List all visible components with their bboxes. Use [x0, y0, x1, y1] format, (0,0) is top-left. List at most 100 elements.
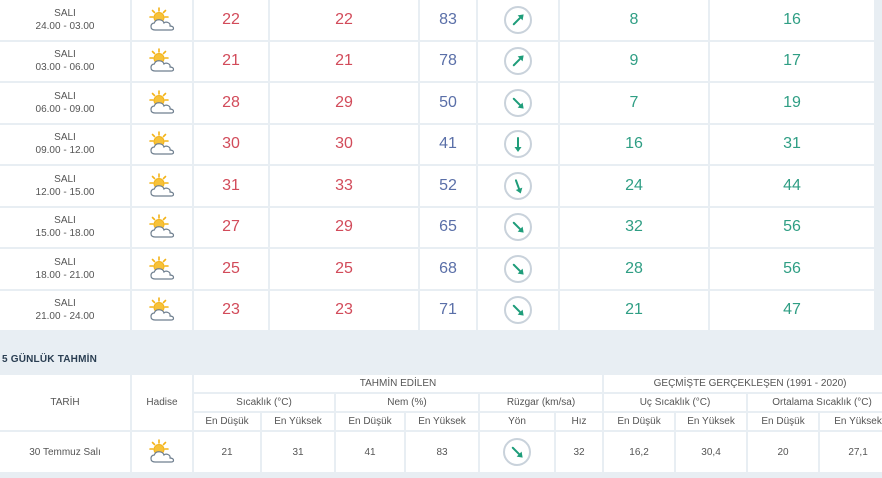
humidity-value: 68 [420, 249, 476, 289]
wind-direction-cell [478, 83, 558, 123]
temperature-value: 28 [194, 83, 268, 123]
feels-like-value: 29 [270, 207, 418, 247]
average-max-header: En Yüksek [820, 413, 882, 430]
period-time: 03.00 - 06.00 [35, 62, 95, 74]
wind-speed-value: 28 [560, 249, 708, 289]
event-column-header: Hadise [132, 375, 192, 430]
period-time: 24.00 - 03.00 [35, 20, 95, 32]
feels-like-value: 30 [270, 124, 418, 164]
feels-like-value: 23 [270, 290, 418, 330]
period-time: 12.00 - 15.00 [35, 186, 95, 198]
wind-direction-cell [478, 249, 558, 289]
period-time: 18.00 - 21.00 [35, 269, 95, 281]
hourly-forecast-table: SALI 24.00 - 03.00 22 22 83 8 16 SALI 03.00 - 06… [0, 0, 876, 332]
period-time: 06.00 - 09.00 [35, 103, 95, 115]
forecast-humidity-min: 41 [336, 432, 404, 472]
period-day: SALI [54, 132, 76, 144]
partly-cloudy-icon [146, 131, 178, 157]
humidity-header: Nem (%) [336, 394, 478, 411]
wind-speed-value: 16 [560, 124, 708, 164]
feels-like-value: 29 [270, 83, 418, 123]
temp-min-header: En Düşük [194, 413, 260, 430]
table-row: SALI 24.00 - 03.00 22 22 83 8 16 [0, 0, 874, 40]
wind-direction-arrow-icon [504, 47, 532, 76]
wind-header: Rüzgar (km/sa) [480, 394, 603, 411]
average-min-header: En Düşük [748, 413, 819, 430]
wind-direction-header: Yön [480, 413, 554, 430]
table-row: SALI 12.00 - 15.00 31 33 52 24 44 [0, 166, 874, 206]
table-row: SALI 21.00 - 24.00 23 23 71 21 47 [0, 290, 874, 330]
wind-speed-header: Hız [556, 413, 603, 430]
wind-speed-value: 8 [560, 0, 708, 40]
period-cell: SALI 12.00 - 15.00 [0, 166, 130, 206]
wind-gust-value: 56 [710, 249, 874, 289]
partly-cloudy-icon [146, 297, 178, 323]
wind-speed-value: 21 [560, 290, 708, 330]
wind-gust-value: 19 [710, 83, 874, 123]
temperature-value: 21 [194, 41, 268, 81]
wind-gust-value: 17 [710, 41, 874, 81]
forecast-date: 30 Temmuz Salı [0, 432, 130, 472]
humidity-value: 71 [420, 290, 476, 330]
weather-event-cell [132, 0, 192, 40]
historical-average-max: 27,1 [820, 432, 882, 472]
wind-direction-cell [478, 290, 558, 330]
extreme-min-header: En Düşük [604, 413, 675, 430]
humidity-value: 83 [420, 0, 476, 40]
temperature-header: Sıcaklık (°C) [194, 394, 334, 411]
extreme-max-header: En Yüksek [676, 413, 747, 430]
table-row: SALI 18.00 - 21.00 25 25 68 28 56 [0, 249, 874, 289]
wind-speed-value: 32 [560, 207, 708, 247]
wind-direction-arrow-icon [504, 130, 532, 159]
wind-speed-value: 7 [560, 83, 708, 123]
wind-direction-cell [478, 166, 558, 206]
historical-extreme-max: 30,4 [676, 432, 747, 472]
wind-direction-arrow-icon [504, 254, 532, 283]
forecast-wind-speed: 32 [556, 432, 603, 472]
period-day: SALI [54, 256, 76, 268]
wind-gust-value: 31 [710, 124, 874, 164]
feels-like-value: 33 [270, 166, 418, 206]
table-row: SALI 06.00 - 09.00 28 29 50 7 19 [0, 83, 874, 123]
humidity-value: 52 [420, 166, 476, 206]
feels-like-value: 25 [270, 249, 418, 289]
wind-direction-arrow-icon [504, 213, 532, 242]
weather-event-cell [132, 249, 192, 289]
period-time: 15.00 - 18.00 [35, 228, 95, 240]
feels-like-value: 22 [270, 0, 418, 40]
temperature-value: 31 [194, 166, 268, 206]
weather-event-cell [132, 166, 192, 206]
period-day: SALI [54, 215, 76, 227]
wind-direction-arrow-icon [503, 438, 531, 466]
period-time: 09.00 - 12.00 [35, 145, 95, 157]
wind-direction-arrow-icon [504, 5, 532, 34]
wind-speed-value: 9 [560, 41, 708, 81]
historical-average-min: 20 [748, 432, 819, 472]
historical-extreme-min: 16,2 [604, 432, 675, 472]
humidity-min-header: En Düşük [336, 413, 404, 430]
partly-cloudy-icon [146, 255, 178, 282]
wind-direction-cell [478, 0, 558, 40]
historical-group-header: GEÇMİŞTE GERÇEKLEŞEN (1991 - 2020) [604, 375, 882, 392]
period-day: SALI [54, 7, 76, 19]
table-row: 30 Temmuz Salı 21 31 41 83 32 16,2 30,4 … [0, 432, 882, 472]
period-time: 21.00 - 24.00 [35, 311, 95, 323]
forecast-humidity-max: 83 [406, 432, 478, 472]
wind-direction-cell [478, 207, 558, 247]
partly-cloudy-icon [146, 172, 178, 199]
partly-cloudy-icon [146, 48, 178, 74]
forecast-wind-direction [480, 432, 554, 472]
weather-event-cell [132, 432, 192, 472]
extreme-temperature-header: Uç Sıcaklık (°C) [604, 394, 747, 411]
wind-gust-value: 16 [710, 0, 874, 40]
period-cell: SALI 21.00 - 24.00 [0, 290, 130, 330]
period-day: SALI [54, 173, 76, 185]
humidity-value: 78 [420, 41, 476, 81]
wind-gust-value: 44 [710, 166, 874, 206]
period-cell: SALI 15.00 - 18.00 [0, 207, 130, 247]
temperature-value: 30 [194, 124, 268, 164]
humidity-value: 50 [420, 83, 476, 123]
table-row: SALI 09.00 - 12.00 30 30 41 16 31 [0, 124, 874, 164]
average-temperature-header: Ortalama Sıcaklık (°C) [748, 394, 882, 411]
table-row: SALI 03.00 - 06.00 21 21 78 9 17 [0, 41, 874, 81]
